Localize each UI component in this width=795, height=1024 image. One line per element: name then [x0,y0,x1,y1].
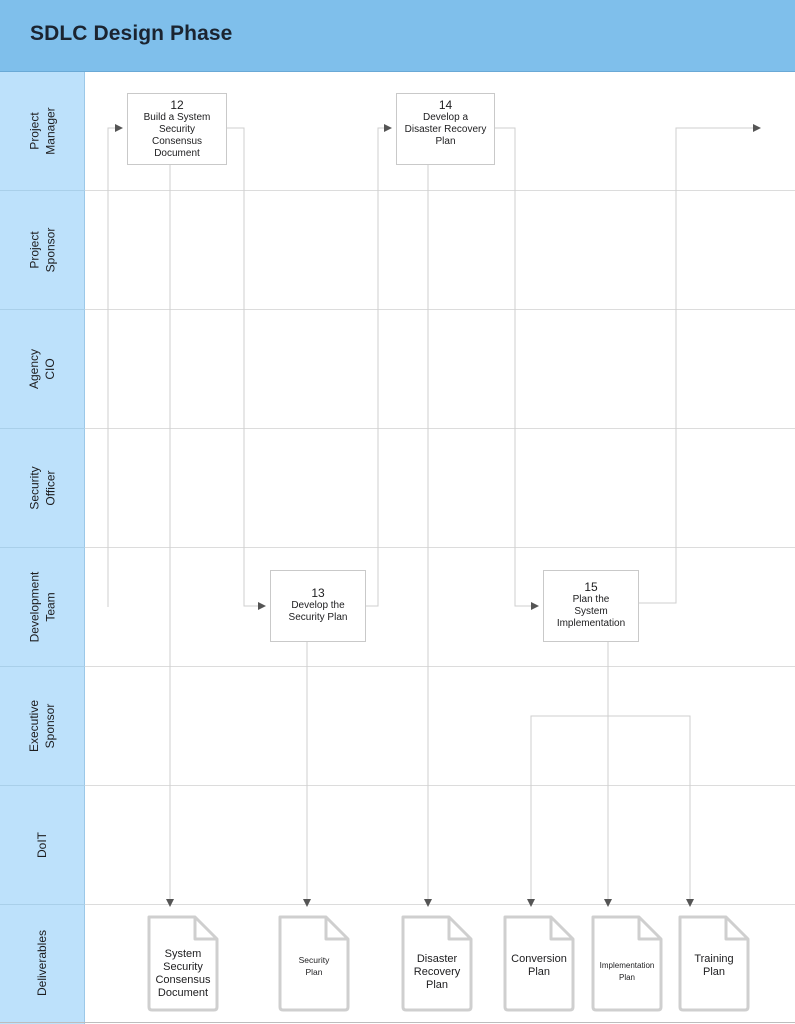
deliverable-system-security-consensus-document[interactable]: System Security Consensus Document [145,913,221,1013]
connector-12-to-13 [226,127,266,610]
step-15-box[interactable]: 15 Plan the System Implementation [543,570,639,642]
connector-14-to-15 [494,127,539,610]
deliverable-label: Training Plan [694,953,734,978]
deliverable-label: Security Plan [298,955,330,977]
deliverable-implementation-plan[interactable]: Implementation Plan [589,913,665,1013]
connector-entry-to-12 [107,124,123,607]
step-label: Plan the System Implementation [556,594,626,629]
step-number: 14 [438,98,453,112]
connector-15-to-conversion [527,715,608,907]
connector-15-to-exit [638,124,761,604]
deliverable-disaster-recovery-plan[interactable]: Disaster Recovery Plan [399,913,475,1013]
step-14-box[interactable]: 14 Develop a Disaster Recovery Plan [396,93,495,165]
step-label: Develop a Disaster Recovery Plan [404,112,487,147]
step-label: Develop the Security Plan [288,600,348,623]
deliverable-label: System Security Consensus Document [155,948,211,999]
step-number: 15 [584,580,598,594]
step-number: 12 [170,98,184,112]
step-12-box[interactable]: 12 Build a System Security Consensus Doc… [127,93,227,165]
deliverable-label: Conversion Plan [511,953,567,978]
deliverable-training-plan[interactable]: Training Plan [676,913,752,1013]
deliverable-label: Implementation Plan [599,961,655,982]
step-13-box[interactable]: 13 Develop the Security Plan [270,570,366,642]
deliverable-label: Disaster Recovery Plan [413,953,461,991]
step-number: 13 [311,586,325,600]
deliverable-conversion-plan[interactable]: Conversion Plan [501,913,577,1013]
deliverable-security-plan[interactable]: Security Plan [276,913,352,1013]
connector-15-to-training [608,715,694,907]
connector-13-to-14 [365,124,392,607]
step-label: Build a System Security Consensus Docume… [143,112,211,159]
